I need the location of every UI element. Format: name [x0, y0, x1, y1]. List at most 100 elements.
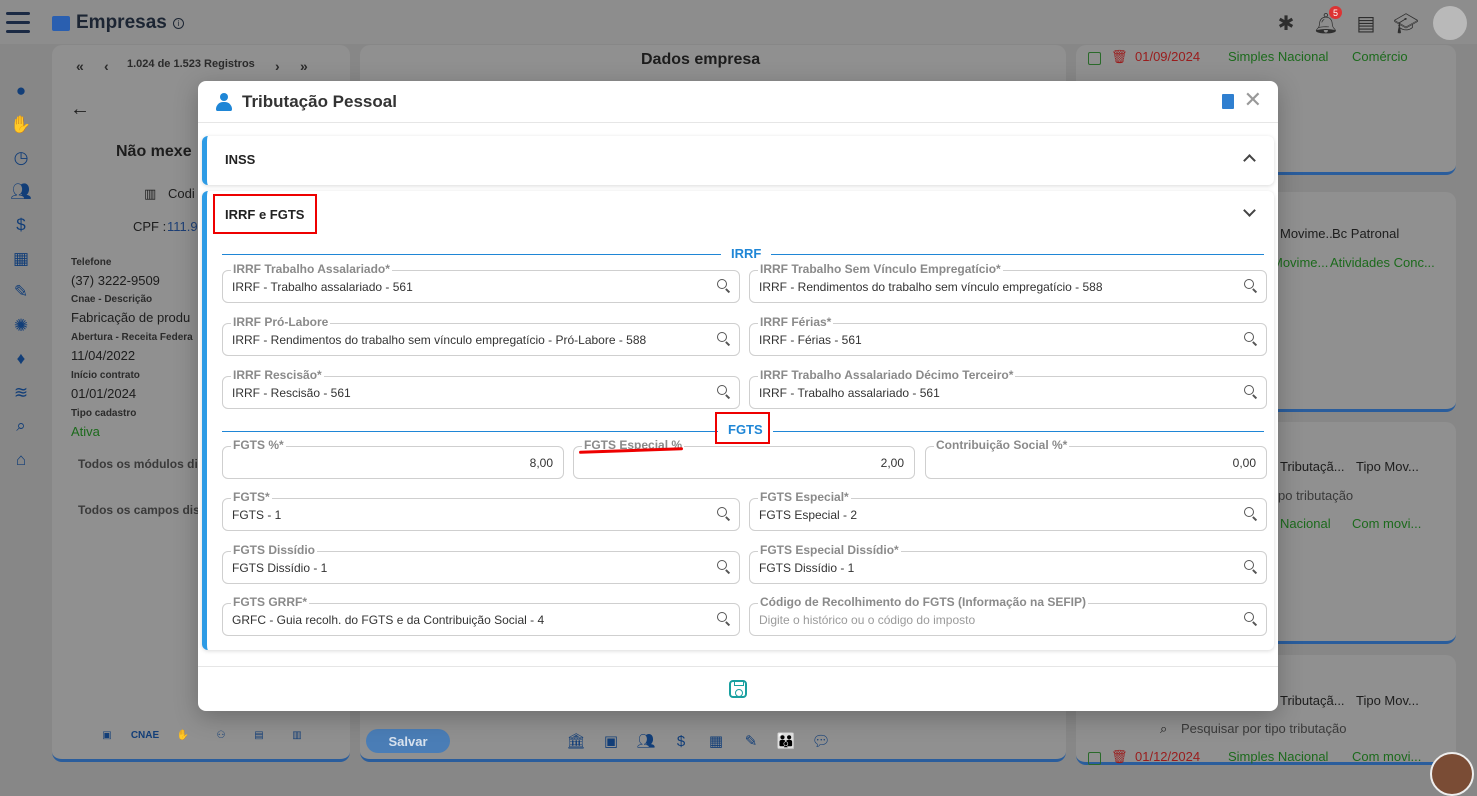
field-value: GRFC - Guia recolh. do FGTS e da Contrib… — [232, 613, 545, 627]
fgts-pct-field[interactable]: FGTS %* 8,00 — [222, 438, 564, 479]
save-button-bg[interactable]: Salvar — [366, 729, 450, 753]
search-icon[interactable] — [717, 332, 731, 346]
nav-search-icon[interactable]: ⌕ — [10, 415, 32, 437]
trash-icon-2[interactable]: 🗑︎ — [1111, 749, 1128, 765]
search-icon[interactable] — [717, 507, 731, 521]
search-icon[interactable] — [1244, 385, 1258, 399]
irrf-pro-labore-field[interactable]: IRRF Pró-Labore IRRF - Rendimentos do tr… — [222, 315, 740, 356]
trash-icon[interactable]: 🗑︎ — [1111, 49, 1128, 65]
prev-record-icon[interactable]: ‹ — [104, 58, 109, 74]
chevron-up-icon[interactable] — [1243, 154, 1256, 167]
user-avatar[interactable] — [1433, 6, 1467, 40]
group-icon[interactable]: 👪︎ — [775, 730, 797, 752]
search-tipo-input[interactable]: Pesquisar por tipo tributação — [1181, 721, 1346, 736]
search-icon[interactable] — [1244, 332, 1258, 346]
close-icon[interactable]: ✕ — [1244, 89, 1262, 111]
puzzle-icon[interactable]: ✱ — [1273, 10, 1299, 36]
nav-tools-icon[interactable]: ✎ — [10, 281, 32, 303]
people-icon[interactable]: 👥︎ — [635, 730, 657, 752]
fgts-especial-field[interactable]: FGTS Especial* FGTS Especial - 2 — [749, 490, 1267, 531]
save-icon[interactable] — [729, 680, 747, 698]
top-bar: Empresas i ✱ 🔔︎ 5 ▤ 🎓︎ — [0, 0, 1477, 44]
nav-layers-icon[interactable]: ≋ — [10, 382, 32, 404]
app-title-text: Empresas — [76, 12, 167, 33]
document-search-icon[interactable]: ▤ — [1353, 10, 1379, 36]
info-icon[interactable]: i — [172, 17, 184, 29]
calendar-icon[interactable]: ▣ — [96, 725, 118, 745]
cnae-icon[interactable]: CNAE — [131, 725, 159, 745]
fgts-field[interactable]: FGTS* FGTS - 1 — [222, 490, 740, 531]
row3-regime: Nacional — [1280, 516, 1331, 531]
field-value: IRRF - Férias - 561 — [759, 333, 862, 347]
field-value: 8,00 — [529, 456, 553, 470]
nav-dollar-icon[interactable]: $ — [10, 214, 32, 236]
row1-checkbox[interactable] — [1088, 52, 1101, 65]
nav-network-icon[interactable]: ✺ — [10, 315, 32, 337]
contrib-social-pct-field[interactable]: Contribuição Social %* 0,00 — [925, 438, 1267, 479]
search-icon[interactable] — [717, 279, 731, 293]
people-arrows-icon[interactable]: ⚇ — [210, 725, 232, 745]
first-record-icon[interactable]: « — [76, 58, 84, 74]
codigo-recolhimento-field[interactable]: Código de Recolhimento do FGTS (Informaç… — [749, 595, 1267, 636]
irrf-decimo-terceiro-field[interactable]: IRRF Trabalho Assalariado Décimo Terceir… — [749, 368, 1267, 409]
nav-calculator-icon[interactable]: ▦ — [10, 248, 32, 270]
app-title: Empresas i — [52, 12, 184, 34]
accordion-inss[interactable]: INSS — [202, 136, 1274, 185]
tributacao-pessoal-modal: Tributação Pessoal ✕ INSS IRRF e FGTS IR… — [198, 81, 1278, 711]
contract-value: 01/01/2024 — [71, 386, 137, 401]
table-icon[interactable]: ▤ — [248, 725, 270, 745]
dollar-icon[interactable]: $ — [670, 730, 692, 752]
modules-select[interactable]: Todos os módulos dis — [78, 457, 204, 471]
contract-label: Início contrato — [71, 370, 140, 381]
menu-icon[interactable] — [6, 12, 30, 34]
building2-icon[interactable]: ▥ — [286, 725, 308, 745]
bank-icon[interactable]: 🏛︎ — [565, 730, 587, 752]
irrf-trab-assalariado-field[interactable]: IRRF Trabalho Assalariado* IRRF - Trabal… — [222, 262, 740, 303]
last-record-icon[interactable]: » — [300, 58, 308, 74]
chevron-down-icon[interactable] — [1243, 204, 1256, 217]
nav-home-icon[interactable]: ⌂ — [10, 449, 32, 471]
field-label: FGTS Dissídio — [231, 543, 318, 557]
opening-value: 11/04/2022 — [71, 348, 136, 363]
document-icon[interactable] — [1222, 94, 1234, 109]
accordion-irrf-fgts-header[interactable]: IRRF e FGTS — [207, 191, 1274, 237]
field-label: IRRF Trabalho Sem Vínculo Empregatício* — [758, 262, 1003, 276]
highlight-box-irrf-fgts — [213, 194, 317, 234]
nav-user-icon[interactable]: ● — [10, 80, 32, 102]
chat-icon[interactable]: 💬︎ — [810, 730, 832, 752]
nav-handshake-icon[interactable]: ✋ — [10, 114, 32, 136]
bell-icon[interactable]: 🔔︎ 5 — [1313, 6, 1342, 36]
search-icon[interactable] — [717, 612, 731, 626]
assistant-avatar[interactable] — [1430, 752, 1474, 796]
field-value: FGTS Dissídio - 1 — [232, 561, 328, 575]
irrf-ferias-field[interactable]: IRRF Férias* IRRF - Férias - 561 — [749, 315, 1267, 356]
calculator-icon[interactable]: ▦ — [705, 730, 727, 752]
search-icon[interactable] — [1244, 560, 1258, 574]
field-value: IRRF - Trabalho assalariado - 561 — [759, 386, 940, 400]
search-icon[interactable] — [1244, 612, 1258, 626]
row4-checkbox[interactable] — [1088, 752, 1101, 765]
irrf-sem-vinculo-field[interactable]: IRRF Trabalho Sem Vínculo Empregatício* … — [749, 262, 1267, 303]
fgts-grrf-field[interactable]: FGTS GRRF* GRFC - Guia recolh. do FGTS e… — [222, 595, 740, 636]
nav-clock-icon[interactable]: ◷ — [10, 147, 32, 169]
accordion-inss-header[interactable]: INSS — [207, 136, 1274, 182]
document-edit-icon[interactable]: ✎ — [740, 730, 762, 752]
fgts-dissidio-field[interactable]: FGTS Dissídio FGTS Dissídio - 1 — [222, 543, 740, 584]
irrf-rescisao-field[interactable]: IRRF Rescisão* IRRF - Rescisão - 561 — [222, 368, 740, 409]
search-icon[interactable] — [1244, 507, 1258, 521]
nav-people-icon[interactable]: 👥︎ — [10, 181, 32, 203]
next-record-icon[interactable]: › — [275, 58, 280, 74]
search-icon[interactable] — [717, 385, 731, 399]
back-arrow-icon[interactable]: ← — [70, 98, 90, 121]
search-icon[interactable] — [1244, 279, 1258, 293]
nav-money-bag-icon[interactable]: ♦ — [10, 348, 32, 370]
fgts-especial-dissidio-field[interactable]: FGTS Especial Dissídio* FGTS Dissídio - … — [749, 543, 1267, 584]
cash-register-icon[interactable]: ▣ — [600, 730, 622, 752]
fields-select[interactable]: Todos os campos dis — [78, 503, 200, 517]
accordion-inss-label: INSS — [225, 151, 256, 167]
hand-money-icon[interactable]: ✋ — [172, 725, 194, 745]
graduation-cap-icon[interactable]: 🎓︎ — [1393, 10, 1419, 36]
search-tipo-partial[interactable]: po tributação — [1278, 488, 1353, 503]
modal-header: Tributação Pessoal ✕ — [198, 81, 1278, 123]
search-icon[interactable] — [717, 560, 731, 574]
